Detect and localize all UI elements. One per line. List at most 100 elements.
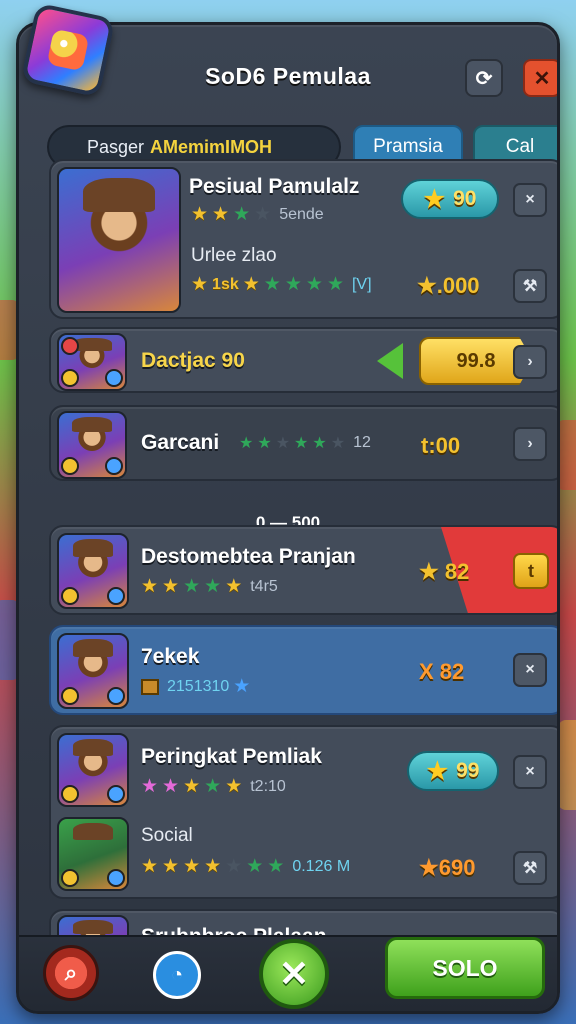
star-icon: ★ — [423, 185, 446, 213]
player-sub-rating: ★ ★ ★ ★ ★ ★ ★ 0.126 M — [141, 855, 350, 878]
chevron-right-icon: › — [527, 435, 533, 452]
star-icon: ★ — [254, 204, 272, 225]
player-avatar — [57, 333, 127, 391]
player-sub-meta: 0.126 M — [292, 857, 351, 875]
featured-sub-meta: [V] — [351, 275, 372, 293]
magnifier-icon: ⌕ — [64, 960, 78, 985]
star-icon: ★ — [225, 576, 243, 597]
player-avatar — [57, 733, 129, 807]
crossed-swords-icon: ✕ — [278, 953, 310, 994]
solo-button[interactable]: SOLO — [385, 937, 545, 999]
player-meta: t4r5 — [250, 577, 278, 595]
star-icon: ★ — [141, 776, 159, 797]
up-arrow-icon: t — [528, 560, 534, 581]
star-icon: ★ — [183, 576, 201, 597]
star-icon: ★ — [242, 274, 260, 295]
star-icon: ★ — [191, 274, 209, 295]
star-icon: ★ — [294, 435, 309, 452]
player-meta: 2151310 — [167, 677, 230, 695]
row-arrow-button[interactable]: › — [513, 427, 547, 461]
player-rating: ★ ★ ★ ★ ★ ★ 12 — [239, 433, 371, 453]
star-icon: ★ — [162, 576, 180, 597]
list-item-current-player[interactable]: 7ekek 2151310 ★ X 82 × — [49, 625, 557, 715]
star-icon: ★ — [257, 435, 272, 452]
row-close-button[interactable]: × — [513, 755, 547, 789]
row-arrow-button[interactable]: › — [513, 345, 547, 379]
featured-sub-rating: ★ 1sk ★ ★ ★ ★ ★ [V] — [191, 273, 372, 296]
player-rating: 2151310 ★ — [141, 675, 250, 698]
star-icon: ★ — [284, 274, 302, 295]
player-name: Garcani — [141, 431, 220, 454]
star-icon: ★ — [162, 776, 180, 797]
search-button[interactable]: ⌕ — [43, 945, 99, 1001]
star-icon: ★ — [239, 435, 254, 452]
close-icon: ✕ — [533, 67, 551, 90]
star-icon: ★ — [204, 856, 222, 877]
wrench-icon: ⚒ — [522, 860, 538, 877]
player-meta: 12 — [353, 434, 371, 451]
star-icon: ★ — [204, 776, 222, 797]
featured-score: ★.000 — [417, 273, 480, 298]
featured-avatar — [57, 167, 181, 313]
player-sub-score: ★690 — [419, 855, 476, 880]
player-score: t:00 — [421, 433, 461, 458]
close-icon: × — [525, 763, 535, 780]
featured-tool-button[interactable]: ⚒ — [513, 269, 547, 303]
player-score: ★ 82 — [419, 559, 470, 584]
star-icon: ★ — [212, 204, 230, 225]
star-icon: ★ — [183, 776, 201, 797]
star-icon: ★ — [162, 856, 180, 877]
star-icon: ★ — [204, 576, 222, 597]
featured-player-card[interactable]: Pesiual Pamulalz ★ ★ ★ ★ 5ende ★ 90 × Ur… — [49, 159, 557, 319]
star-icon: ★ — [330, 435, 346, 452]
star-icon: ★ — [141, 576, 159, 597]
player-name: 7ekek — [141, 645, 200, 668]
player-rating: ★ ★ ★ ★ ★ t4r5 — [141, 575, 278, 598]
player-name: Peringkat Pemliak — [141, 745, 322, 768]
row-close-button[interactable]: × — [513, 653, 547, 687]
star-icon: ★ — [326, 274, 344, 295]
player-sub-name: Social — [141, 825, 193, 846]
star-icon: ★ — [267, 856, 285, 877]
featured-close-button[interactable]: × — [513, 183, 547, 217]
featured-rating-meta: 5ende — [279, 205, 324, 223]
row-tool-button[interactable]: ⚒ — [513, 851, 547, 885]
star-icon: ★ — [263, 274, 281, 295]
battle-button[interactable]: ✕ — [259, 939, 329, 1009]
player-rating: ★ ★ ★ ★ ★ t2:10 — [141, 775, 286, 798]
close-icon: × — [525, 191, 535, 208]
featured-name: Pesiual Pamulalz — [189, 175, 360, 198]
featured-sub-name: Urlee zlao — [191, 245, 277, 266]
close-button[interactable]: ✕ — [523, 59, 557, 97]
player-avatar — [57, 411, 127, 479]
wrench-icon: ⚒ — [522, 278, 538, 295]
star-icon: ★ — [141, 856, 159, 877]
list-item[interactable]: Destomebtea Pranjan ★ ★ ★ ★ ★ t4r5 ★ 82 … — [49, 525, 557, 615]
player-meta: t2:10 — [250, 777, 286, 795]
chat-button[interactable]: ◔ — [153, 951, 201, 999]
chest-icon — [141, 678, 159, 695]
player-avatar — [57, 533, 129, 609]
game-logo-gem — [20, 2, 116, 98]
refresh-button[interactable]: ⟳ — [465, 59, 503, 97]
featured-sub-rating-meta: 1sk — [212, 275, 239, 293]
star-icon: ★ — [225, 776, 243, 797]
star-icon: ★ — [246, 856, 264, 877]
list-item[interactable]: Peringkat Pemliak ★ ★ ★ ★ ★ t2:10 ★ 99 ×… — [49, 725, 557, 899]
player-avatar — [57, 633, 129, 709]
star-icon: ★ — [233, 676, 251, 697]
star-icon: ★ — [305, 274, 323, 295]
player-name: Destomebtea Pranjan — [141, 545, 356, 568]
player-score: X 82 — [419, 659, 465, 684]
background-block — [558, 720, 576, 810]
star-icon: ★ — [426, 757, 449, 785]
search-label: Pasger — [87, 136, 145, 157]
player-name: Dactjac 90 — [141, 349, 245, 372]
chat-icon: ◔ — [170, 963, 184, 986]
list-item[interactable]: Garcani ★ ★ ★ ★ ★ ★ 12 t:00 › — [49, 405, 557, 481]
boost-button[interactable]: t — [513, 553, 549, 589]
player-avatar — [57, 817, 129, 891]
list-item[interactable]: Dactjac 90 99.8 › — [49, 327, 557, 393]
search-value[interactable]: AMemimIMOH — [150, 137, 272, 158]
star-icon: ★ — [183, 856, 201, 877]
